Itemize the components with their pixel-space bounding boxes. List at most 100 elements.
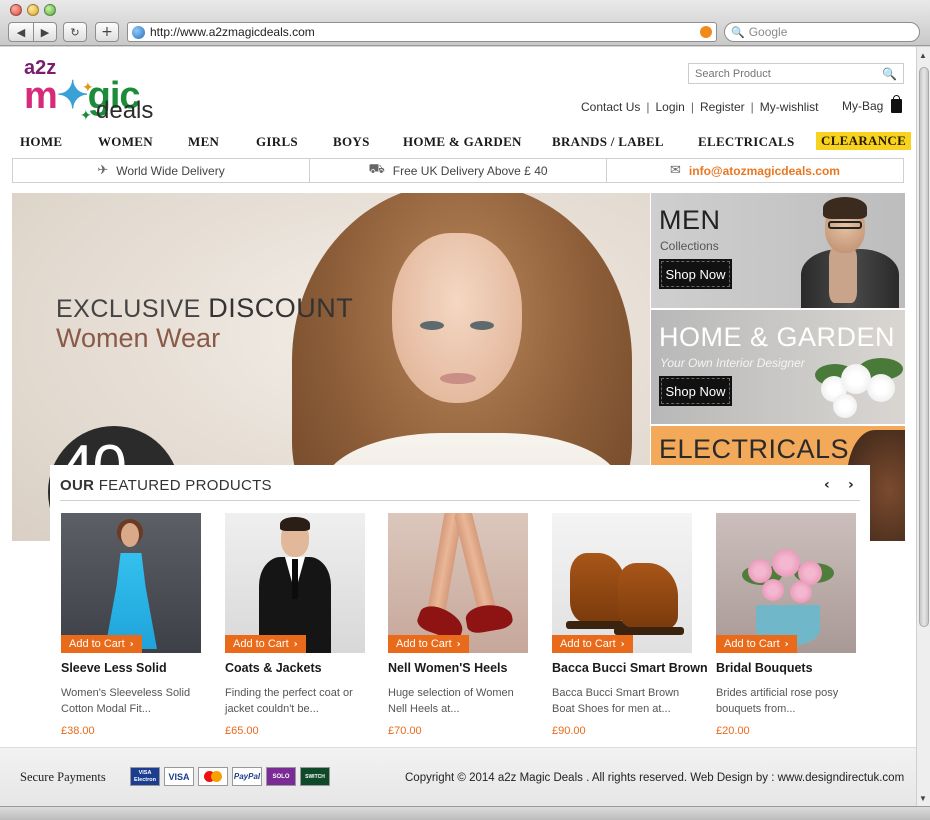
product-name[interactable]: Bridal Bouquets xyxy=(716,661,856,675)
site-logo[interactable]: a2z m✦gic ✦ ✦ deals xyxy=(22,57,182,127)
secure-payments-label: Secure Payments xyxy=(20,770,106,784)
contact-email[interactable]: ✉ info@atozmagicdeals.com xyxy=(607,159,903,182)
product-description: Women's Sleeveless Solid Cotton Modal Fit… xyxy=(61,687,191,715)
product-image[interactable]: Add to Cart › xyxy=(225,513,365,653)
back-button[interactable]: ◀ xyxy=(8,22,34,42)
web-page: a2z m✦gic ✦ ✦ deals 🔍 Contact Us | Login… xyxy=(0,47,916,806)
men-shop-now-button[interactable]: Shop Now xyxy=(659,259,732,289)
my-bag-link[interactable]: My-Bag xyxy=(842,95,903,113)
email-link[interactable]: info@atozmagicdeals.com xyxy=(689,164,840,178)
product-image[interactable]: Add to Cart › xyxy=(552,513,692,653)
visa-icon: VISA xyxy=(164,767,194,786)
forward-button[interactable]: ▶ xyxy=(33,22,57,42)
close-window-button[interactable] xyxy=(10,4,22,16)
hero-headline: EXCLUSIVE DISCOUNT xyxy=(56,293,354,323)
divider xyxy=(60,500,860,501)
nav-women[interactable]: WOMEN xyxy=(98,134,153,150)
product-image[interactable]: Add to Cart › xyxy=(61,513,201,653)
rss-icon[interactable] xyxy=(700,26,712,38)
product-price: £70.00 xyxy=(388,725,422,737)
chevron-right-icon: › xyxy=(456,638,461,650)
address-bar[interactable]: http://www.a2zmagicdeals.com xyxy=(127,22,717,42)
contact-us-link[interactable]: Contact Us xyxy=(581,100,640,114)
my-bag-label: My-Bag xyxy=(842,99,884,113)
product-name[interactable]: Bacca Bucci Smart Brown xyxy=(552,661,708,675)
product-card[interactable]: Add to Cart › Bacca Bucci Smart Brown Bac… xyxy=(552,513,708,737)
product-description: Finding the perfect coat or jacket couldn… xyxy=(225,687,353,715)
nav-men[interactable]: MEN xyxy=(188,134,219,150)
carousel-prev-button[interactable]: ‹ xyxy=(824,477,830,493)
chevron-right-icon: › xyxy=(293,638,298,650)
wishlist-link[interactable]: My-wishlist xyxy=(760,100,819,114)
product-price: £38.00 xyxy=(61,725,95,737)
add-to-cart-button[interactable]: Add to Cart › xyxy=(552,635,633,653)
sparkle-icon: ✦ xyxy=(80,107,92,123)
reload-button[interactable]: ↻ xyxy=(63,22,87,42)
product-card[interactable]: Add to Cart › Sleeve Less Solid Women's S… xyxy=(61,513,201,737)
add-to-cart-button[interactable]: Add to Cart › xyxy=(61,635,142,653)
product-name[interactable]: Sleeve Less Solid xyxy=(61,661,201,675)
zoom-window-button[interactable] xyxy=(44,4,56,16)
nav-home-garden[interactable]: HOME & GARDEN xyxy=(403,134,522,150)
browser-status-bar xyxy=(0,806,930,820)
product-price: £20.00 xyxy=(716,725,750,737)
browser-search-field[interactable]: 🔍 Google xyxy=(724,22,920,42)
chevron-right-icon: › xyxy=(620,638,625,650)
worldwide-delivery: ✈ World Wide Delivery xyxy=(13,159,310,182)
product-description: Huge selection of Women Nell Heels at... xyxy=(388,687,514,715)
login-link[interactable]: Login xyxy=(655,100,684,114)
scroll-down-icon[interactable]: ▼ xyxy=(919,794,927,803)
product-search[interactable]: 🔍 xyxy=(688,63,904,84)
men-banner-subtitle: Collections xyxy=(660,239,719,253)
add-to-cart-button[interactable]: Add to Cart › xyxy=(388,635,469,653)
shopping-bag-icon xyxy=(891,95,903,113)
main-navigation: HOME WOMEN MEN GIRLS BOYS HOME & GARDEN … xyxy=(20,131,912,153)
url-text[interactable]: http://www.a2zmagicdeals.com xyxy=(150,25,700,39)
minimize-window-button[interactable] xyxy=(27,4,39,16)
product-card[interactable]: Add to Cart › Nell Women'S Heels Huge sel… xyxy=(388,513,528,737)
envelope-icon: ✉ xyxy=(670,163,681,178)
nav-brands-label[interactable]: BRANDS / LABEL xyxy=(552,134,664,150)
vertical-scrollbar[interactable]: ▲ ▼ xyxy=(916,47,930,807)
nav-clearance[interactable]: CLEARANCE xyxy=(816,132,912,150)
men-banner[interactable]: MEN Collections Shop Now xyxy=(651,193,905,308)
scroll-thumb[interactable] xyxy=(919,67,929,627)
featured-title: OUR FEATURED PRODUCTS xyxy=(60,477,272,494)
scroll-up-icon[interactable]: ▲ xyxy=(919,51,927,60)
nav-boys[interactable]: BOYS xyxy=(333,134,370,150)
product-name[interactable]: Nell Women'S Heels xyxy=(388,661,528,675)
visa-electron-icon: VISA Electron xyxy=(130,767,160,786)
browser-search-placeholder: Google xyxy=(748,25,788,39)
chevron-right-icon: › xyxy=(784,638,789,650)
hero-subheadline: Women Wear xyxy=(56,323,221,353)
search-input[interactable] xyxy=(695,67,883,80)
nav-home[interactable]: HOME xyxy=(20,134,62,150)
browser-toolbar: ◀ ▶ ↻ + http://www.a2zmagicdeals.com 🔍 G… xyxy=(0,0,930,46)
home-garden-banner-subtitle: Your Own Interior Designer xyxy=(660,356,805,370)
search-icon[interactable]: 🔍 xyxy=(882,67,897,81)
product-image[interactable]: Add to Cart › xyxy=(388,513,528,653)
register-link[interactable]: Register xyxy=(700,100,745,114)
product-card[interactable]: Add to Cart › Coats & Jackets Finding the… xyxy=(225,513,365,737)
search-icon: 🔍 xyxy=(731,25,745,39)
chevron-right-icon: › xyxy=(129,638,134,650)
add-to-cart-button[interactable]: Add to Cart › xyxy=(716,635,797,653)
site-footer: Secure Payments VISA Electron VISA PayPa… xyxy=(0,747,916,806)
airplane-icon: ✈ xyxy=(97,163,109,178)
add-bookmark-button[interactable]: + xyxy=(95,22,119,42)
product-card[interactable]: Add to Cart › Bridal Bouquets Brides arti… xyxy=(716,513,856,737)
product-image[interactable]: Add to Cart › xyxy=(716,513,856,653)
electricals-banner-title: ELECTRICALS xyxy=(659,434,850,464)
product-name[interactable]: Coats & Jackets xyxy=(225,661,365,675)
home-garden-shop-now-button[interactable]: Shop Now xyxy=(659,376,732,406)
home-garden-banner[interactable]: HOME & GARDEN Your Own Interior Designer… xyxy=(651,310,905,424)
account-links: Contact Us | Login | Register | My-wishl… xyxy=(581,100,819,114)
copyright-text: Copyright © 2014 a2z Magic Deals . All r… xyxy=(405,772,905,784)
add-to-cart-button[interactable]: Add to Cart › xyxy=(225,635,306,653)
nav-girls[interactable]: GIRLS xyxy=(256,134,298,150)
product-price: £65.00 xyxy=(225,725,259,737)
nav-electricals[interactable]: ELECTRICALS xyxy=(698,134,795,150)
home-garden-banner-title: HOME & GARDEN xyxy=(659,322,896,352)
men-banner-title: MEN xyxy=(659,205,721,235)
carousel-next-button[interactable]: › xyxy=(848,477,854,493)
